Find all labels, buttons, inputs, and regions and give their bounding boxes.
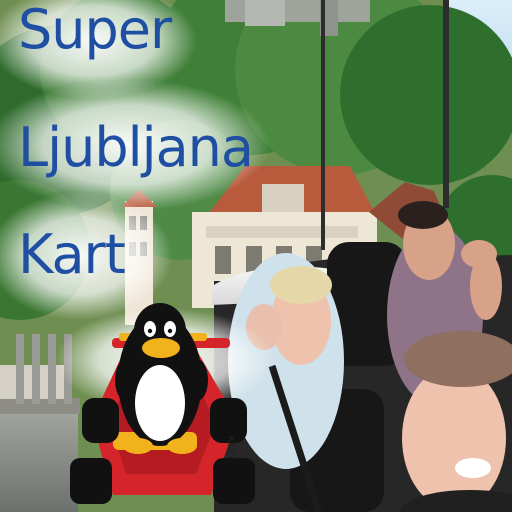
title-super: Super: [18, 0, 172, 61]
svg-text:KART: KART: [225, 436, 236, 460]
title-kart: Kart: [18, 223, 126, 286]
thumbnail-scene: KART Super Ljubljana Kart: [0, 0, 512, 512]
title-ljubljana: Ljubljana: [18, 116, 254, 179]
